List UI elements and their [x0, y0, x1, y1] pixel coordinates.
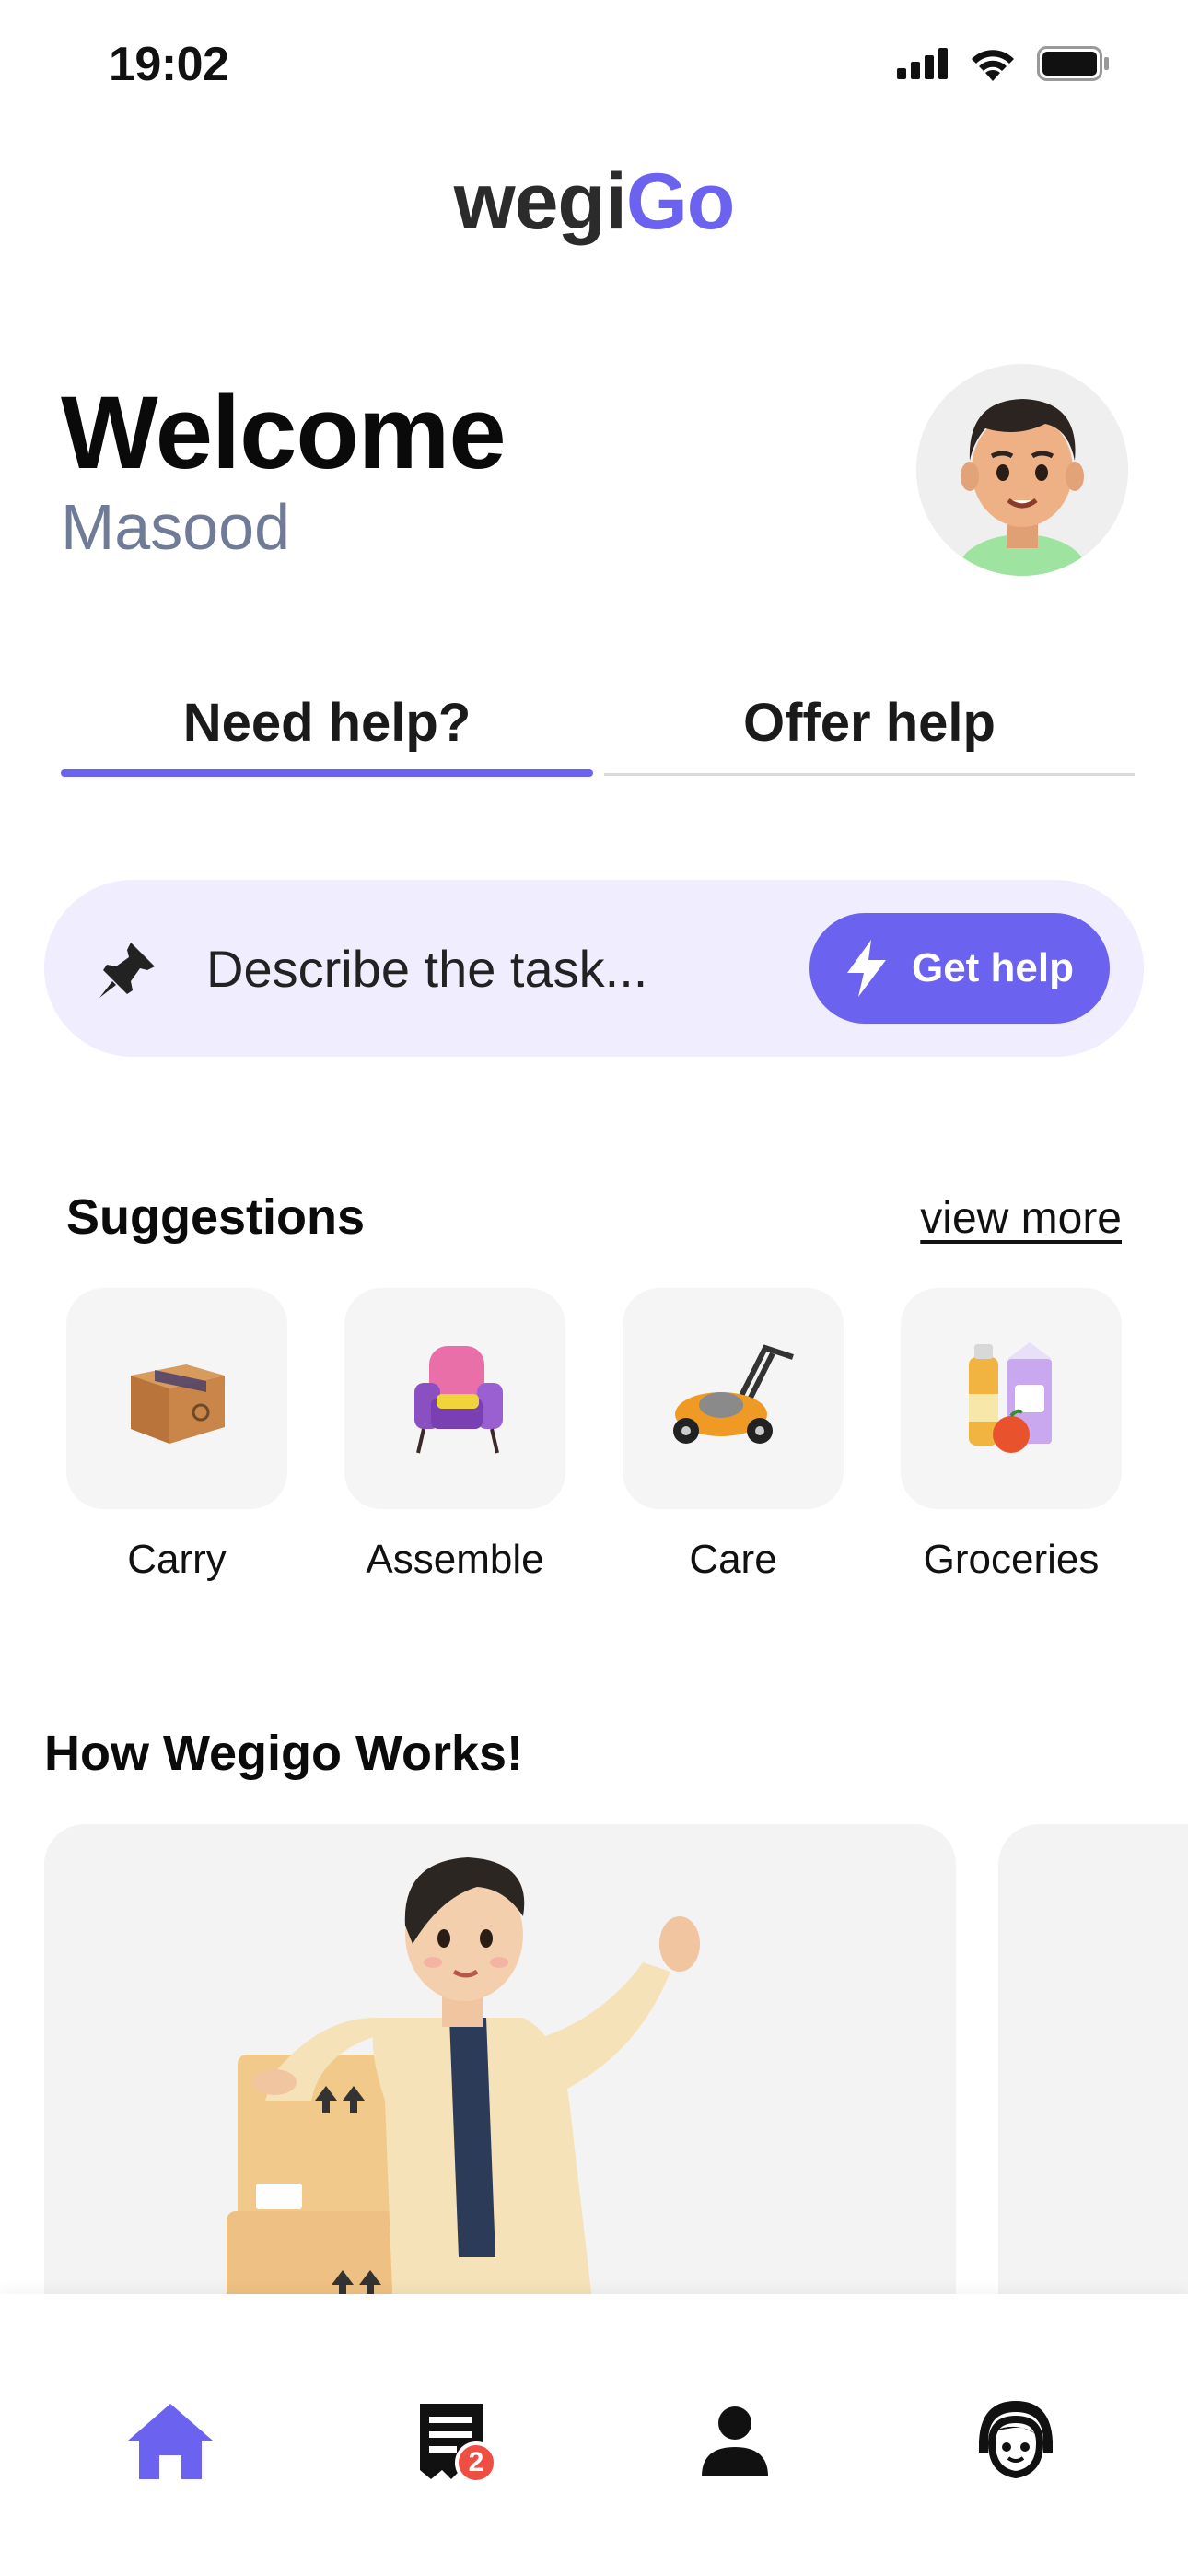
home-icon: [128, 2404, 213, 2479]
wifi-icon: [972, 50, 1014, 81]
tab-need-help[interactable]: Need help?: [61, 677, 593, 779]
status-icons: [897, 46, 1111, 81]
tab-active-indicator: [61, 769, 593, 777]
suggestions-row: Carry Assemble Care Groceries: [66, 1288, 1122, 1601]
logo-part-2: Go: [625, 158, 735, 246]
welcome-title: Welcome: [61, 375, 507, 490]
bottom-navigation: 2: [0, 2294, 1188, 2576]
cardboard-box-icon: [131, 1364, 225, 1444]
how-it-works-card-next[interactable]: [998, 1824, 1188, 2340]
get-help-button[interactable]: Get help: [809, 913, 1110, 1024]
suggestion-care[interactable]: Care: [623, 1288, 844, 1583]
suggestion-label: Assemble: [366, 1537, 544, 1582]
suggestion-card[interactable]: [66, 1288, 287, 1509]
pin-icon: [99, 943, 155, 998]
armchair-icon: [414, 1346, 503, 1454]
user-avatar-icon: [916, 364, 1128, 576]
person-icon: [702, 2406, 768, 2476]
battery-icon: [1037, 46, 1109, 81]
suggestion-label: Carry: [127, 1537, 227, 1582]
lawn-mower-icon: [673, 1344, 794, 1444]
suggestion-label: Groceries: [923, 1537, 1100, 1582]
nav-support[interactable]: [961, 2386, 1071, 2497]
lightning-bolt-icon: [846, 940, 886, 997]
tab-offer-help[interactable]: Offer help: [604, 677, 1135, 779]
task-description-input[interactable]: [206, 926, 814, 1011]
view-more-link[interactable]: view more: [920, 1193, 1122, 1244]
suggestion-label: Care: [689, 1537, 777, 1582]
how-it-works-title: How Wegigo Works!: [44, 1726, 524, 1781]
nav-orders[interactable]: 2: [396, 2386, 507, 2497]
notification-badge: 2: [455, 2441, 497, 2484]
get-help-label: Get help: [911, 945, 1075, 990]
suggestions-title: Suggestions: [66, 1189, 366, 1245]
status-bar: 19:02: [0, 0, 1188, 138]
logo-part-1: wegi: [453, 158, 627, 246]
avatar[interactable]: [916, 364, 1128, 576]
user-name: Masood: [61, 491, 291, 563]
suggestion-assemble[interactable]: Assemble: [344, 1288, 565, 1583]
tab-divider: [604, 773, 1135, 776]
nav-home[interactable]: [115, 2386, 226, 2497]
suggestion-groceries[interactable]: Groceries: [901, 1288, 1122, 1583]
suggestion-card[interactable]: [344, 1288, 565, 1509]
suggestion-carry[interactable]: Carry: [66, 1288, 287, 1583]
cellular-signal-icon: [897, 48, 948, 79]
suggestion-card[interactable]: [623, 1288, 844, 1509]
task-bar: Get help: [44, 880, 1144, 1057]
status-time: 19:02: [109, 38, 229, 91]
nav-profile[interactable]: [680, 2386, 790, 2497]
support-agent-icon: [979, 2401, 1053, 2479]
help-tabs: Need help? Offer help: [61, 677, 1135, 779]
app-logo: wegiGo: [0, 157, 1188, 248]
suggestion-card[interactable]: [901, 1288, 1122, 1509]
how-it-works-card[interactable]: [44, 1824, 956, 2340]
delivery-person-illustration: [44, 1824, 956, 2340]
groceries-icon: [969, 1342, 1052, 1453]
